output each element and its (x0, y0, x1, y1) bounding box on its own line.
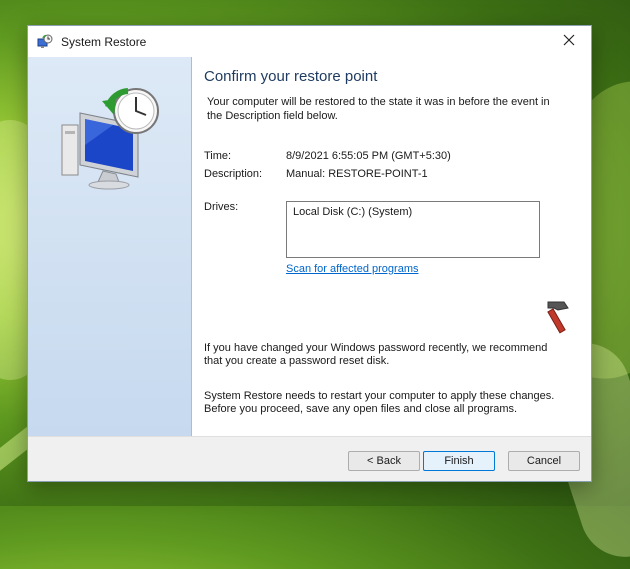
drives-label: Drives: (204, 201, 239, 213)
sidebar-panel (28, 57, 192, 437)
cancel-button[interactable]: Cancel (508, 451, 580, 471)
finish-button[interactable]: Finish (423, 451, 495, 471)
close-button[interactable] (547, 26, 591, 57)
scan-affected-programs-link[interactable]: Scan for affected programs (286, 263, 418, 275)
monitor-clock-restore-icon (58, 85, 163, 195)
title-bar[interactable]: System Restore (28, 26, 591, 57)
main-content: Confirm your restore point Your computer… (204, 57, 579, 437)
restart-note: System Restore needs to restart your com… (204, 390, 555, 415)
intro-text: Your computer will be restored to the st… (207, 96, 550, 122)
time-label: Time: (204, 150, 232, 162)
description-value: Manual: RESTORE-POINT-1 (286, 168, 428, 180)
system-restore-icon (37, 34, 53, 50)
page-title: Confirm your restore point (204, 68, 378, 85)
close-icon (563, 33, 575, 51)
back-button[interactable]: < Back (348, 451, 420, 471)
description-label: Description: (204, 168, 263, 180)
list-item: Local Disk (C:) (System) (293, 206, 413, 218)
window-title: System Restore (61, 34, 147, 49)
system-restore-dialog: System Restore Confirm your restore poin… (27, 25, 592, 482)
hammer-icon (534, 298, 574, 341)
time-value: 8/9/2021 6:55:05 PM (GMT+5:30) (286, 150, 451, 162)
password-note: If you have changed your Windows passwor… (204, 342, 548, 367)
drives-list[interactable]: Local Disk (C:) (System) (286, 201, 540, 258)
button-bar: < Back Finish Cancel (28, 436, 591, 481)
